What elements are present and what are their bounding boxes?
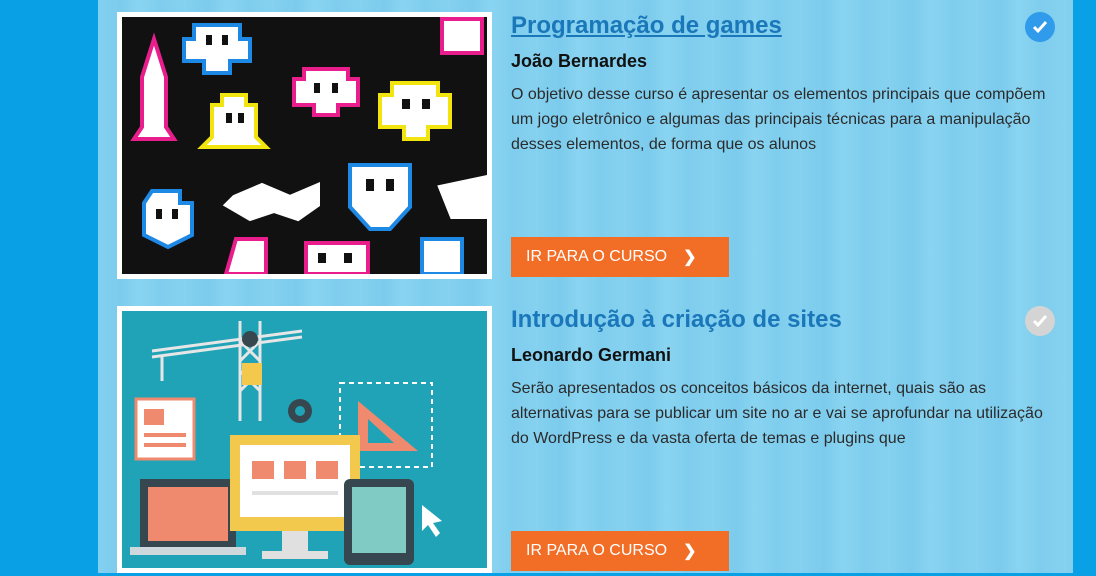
chevron-right-icon: ❯ (683, 249, 697, 266)
go-to-course-button[interactable]: IR PARA O CURSO ❯ (511, 531, 729, 571)
course-thumbnail[interactable] (117, 306, 492, 573)
incomplete-check-icon (1025, 306, 1055, 336)
course-thumbnail[interactable] (117, 12, 492, 279)
course-title-link[interactable]: Programação de games (511, 12, 782, 40)
go-to-course-label: IR PARA O CURSO (526, 248, 668, 265)
go-to-course-label: IR PARA O CURSO (526, 542, 668, 559)
website-construction-image (122, 311, 487, 568)
course-card: Introdução à criação de sites Leonardo G… (117, 306, 1077, 576)
course-card: Programação de games João Bernardes O ob… (117, 12, 1077, 282)
course-title[interactable]: Introdução à criação de sites (511, 306, 842, 334)
pixel-invaders-image (122, 17, 487, 274)
course-author: Leonardo Germani (511, 345, 672, 365)
course-description: Serão apresentados os conceitos básicos … (511, 380, 1043, 447)
chevron-right-icon: ❯ (683, 543, 697, 560)
completed-check-icon (1025, 12, 1055, 42)
course-author: João Bernardes (511, 51, 648, 71)
course-description: O objetivo desse curso é apresentar os e… (511, 86, 1046, 153)
go-to-course-button[interactable]: IR PARA O CURSO ❯ (511, 237, 729, 277)
